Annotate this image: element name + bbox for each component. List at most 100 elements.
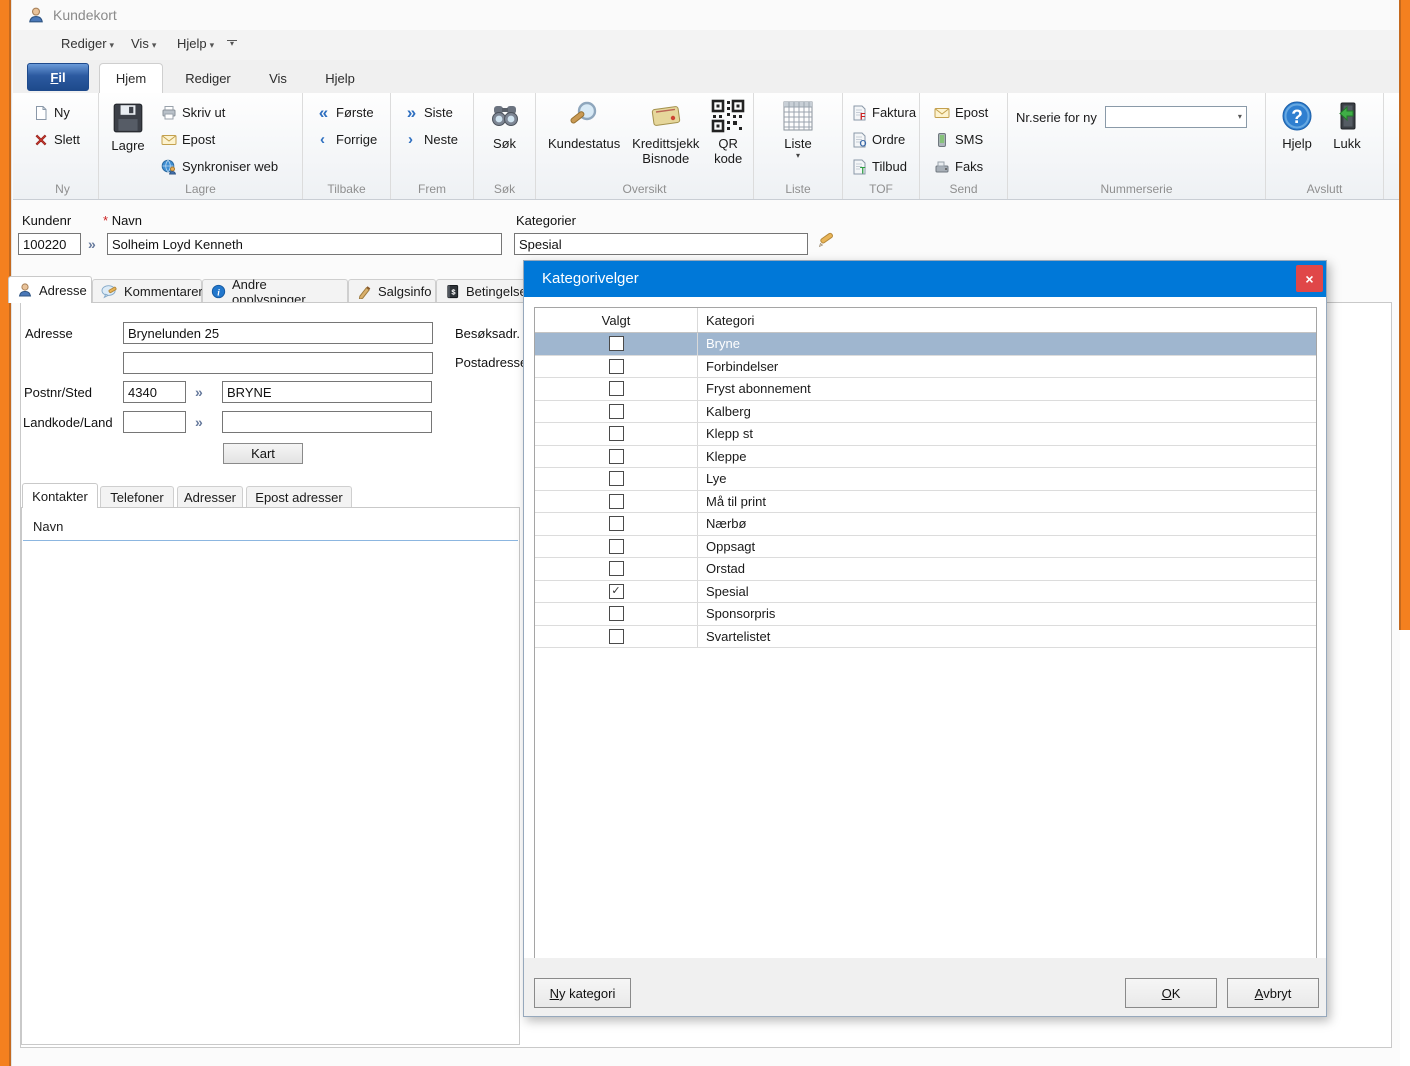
tab-hjem[interactable]: Hjem: [99, 63, 163, 93]
tab-vis[interactable]: Vis: [251, 63, 305, 93]
category-row[interactable]: Kleppe: [535, 446, 1316, 469]
neste-button[interactable]: ›Neste: [397, 130, 463, 149]
column-header-kategori[interactable]: Kategori: [698, 313, 1316, 328]
ok-button[interactable]: OK: [1125, 978, 1217, 1008]
category-row[interactable]: Må til print: [535, 491, 1316, 514]
category-checkbox[interactable]: [609, 561, 624, 576]
tab-andre-opplysninger[interactable]: i Andre opplysninger: [202, 279, 348, 303]
forrige-button[interactable]: ‹Forrige: [309, 130, 382, 149]
binoculars-icon: [488, 99, 522, 133]
land-input[interactable]: [222, 411, 432, 433]
category-checkbox[interactable]: [609, 381, 624, 396]
tab-betingelser[interactable]: $ Betingelser: [436, 279, 536, 303]
category-checkbox[interactable]: [609, 494, 624, 509]
contact-list-navn-header[interactable]: Navn: [33, 519, 63, 534]
tab-salgsinfo[interactable]: Salgsinfo: [348, 279, 436, 303]
menu-rediger[interactable]: Rediger▾: [61, 36, 114, 51]
category-row[interactable]: Forbindelser: [535, 356, 1316, 379]
slett-button[interactable]: Slett: [27, 130, 85, 149]
ny-button[interactable]: Ny: [27, 103, 85, 122]
category-row[interactable]: Nærbø: [535, 513, 1316, 536]
tab-telefoner[interactable]: Telefoner: [100, 486, 174, 508]
sok-button[interactable]: Søk: [484, 99, 526, 151]
menu-vis[interactable]: Vis▾: [131, 36, 156, 51]
category-row[interactable]: Orstad: [535, 558, 1316, 581]
synkroniser-web-button[interactable]: Synkroniser web: [155, 157, 283, 176]
category-row[interactable]: Sponsorpris: [535, 603, 1316, 626]
tab-kommentarer[interactable]: Kommentarer: [92, 279, 202, 303]
kundestatus-button[interactable]: Kundestatus: [540, 99, 628, 166]
category-checkbox[interactable]: [609, 359, 624, 374]
send-faks-button[interactable]: Faks: [928, 157, 993, 176]
category-row[interactable]: Oppsagt: [535, 536, 1316, 559]
send-epost-button[interactable]: Epost: [928, 103, 993, 122]
qr-kode-button[interactable]: QRkode: [703, 99, 753, 166]
sted-input[interactable]: [222, 381, 432, 403]
kontakter-panel: [21, 507, 520, 1045]
category-checkbox[interactable]: [609, 336, 624, 351]
tab-fil[interactable]: Fil: [27, 63, 89, 91]
nrserie-combobox[interactable]: ▾: [1105, 106, 1247, 128]
category-row[interactable]: Kalberg: [535, 401, 1316, 424]
adresse1-input[interactable]: [123, 322, 433, 344]
kredittsjekk-bisnode-button[interactable]: KredittsjekkBisnode: [628, 99, 703, 166]
category-checkbox-checked[interactable]: ✓: [609, 584, 624, 599]
group-label-lagre: Lagre: [99, 182, 302, 196]
category-row[interactable]: Fryst abonnement: [535, 378, 1316, 401]
category-row[interactable]: ✓Spesial: [535, 581, 1316, 604]
forste-button[interactable]: «Første: [309, 103, 382, 122]
category-checkbox[interactable]: [609, 629, 624, 644]
category-row[interactable]: Svartelistet: [535, 626, 1316, 649]
faktura-button[interactable]: FFaktura: [845, 103, 921, 122]
lukk-button[interactable]: Lukk: [1326, 99, 1368, 151]
category-checkbox[interactable]: [609, 449, 624, 464]
landkode-lookup-button[interactable]: »: [195, 414, 202, 430]
category-checkbox[interactable]: [609, 426, 624, 441]
menu-hjelp[interactable]: Hjelp▾: [177, 36, 214, 51]
column-header-valgt[interactable]: Valgt: [535, 308, 698, 332]
kundenr-lookup-button[interactable]: »: [88, 236, 95, 252]
send-sms-button[interactable]: SMS: [928, 130, 993, 149]
tab-epost-adresser[interactable]: Epost adresser: [246, 486, 352, 508]
category-row[interactable]: Klepp st: [535, 423, 1316, 446]
edit-pencil-icon[interactable]: [815, 231, 835, 251]
ny-kategori-button[interactable]: Ny kategori: [534, 978, 631, 1008]
category-label: Sponsorpris: [698, 606, 1316, 621]
kundenr-input[interactable]: [18, 233, 81, 255]
tab-adresser[interactable]: Adresser: [177, 486, 243, 508]
liste-button[interactable]: Liste ▾: [777, 99, 819, 158]
titlebar: Kundekort: [13, 0, 1399, 30]
category-row[interactable]: Bryne: [535, 333, 1316, 356]
category-checkbox[interactable]: [609, 471, 624, 486]
printer-icon: [160, 104, 177, 121]
category-checkbox[interactable]: [609, 404, 624, 419]
hjelp-button[interactable]: ? Hjelp: [1276, 99, 1318, 151]
category-checkbox[interactable]: [609, 516, 624, 531]
double-chevron-left-icon: «: [314, 104, 331, 121]
ordre-button[interactable]: OOrdre: [845, 130, 921, 149]
skriv-ut-button[interactable]: Skriv ut: [155, 103, 283, 122]
postnr-input[interactable]: [123, 381, 186, 403]
tab-rediger[interactable]: Rediger: [173, 63, 243, 93]
navn-input[interactable]: [107, 233, 502, 255]
tilbud-button[interactable]: TTilbud: [845, 157, 921, 176]
red-x-icon: [32, 131, 49, 148]
siste-button[interactable]: »Siste: [397, 103, 463, 122]
kategorier-input[interactable]: [514, 233, 808, 255]
avbryt-button[interactable]: Avbryt: [1227, 978, 1319, 1008]
quick-access-toggle-icon[interactable]: ▾: [227, 40, 237, 46]
adresse2-input[interactable]: [123, 352, 433, 374]
landkode-input[interactable]: [123, 411, 186, 433]
category-checkbox[interactable]: [609, 539, 624, 554]
tab-adresse[interactable]: Adresse: [8, 276, 92, 303]
kart-button[interactable]: Kart: [223, 443, 303, 464]
tab-kontakter[interactable]: Kontakter: [22, 483, 98, 508]
postnr-lookup-button[interactable]: »: [195, 384, 202, 400]
category-row[interactable]: Lye: [535, 468, 1316, 491]
epost-button[interactable]: Epost: [155, 130, 283, 149]
lagre-button[interactable]: Lagre: [107, 101, 149, 176]
category-checkbox[interactable]: [609, 606, 624, 621]
tab-hjelp[interactable]: Hjelp: [311, 63, 369, 93]
dialog-titlebar[interactable]: Kategorivelger ×: [524, 261, 1326, 297]
dialog-close-button[interactable]: ×: [1296, 265, 1323, 292]
